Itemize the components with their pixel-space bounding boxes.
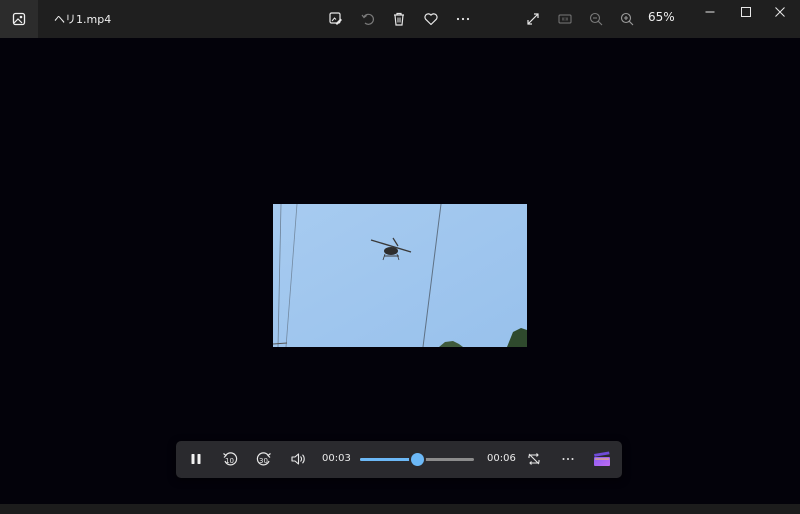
more-icon — [562, 458, 574, 460]
edit-image-icon — [329, 12, 342, 25]
skip-forward-button[interactable]: 30 — [252, 447, 276, 471]
close-button[interactable] — [760, 0, 800, 24]
more-options-button[interactable] — [451, 7, 475, 31]
minimize-icon — [705, 11, 715, 13]
skip-back-label: 10 — [225, 457, 234, 465]
minimize-button[interactable] — [690, 0, 730, 24]
seek-bar[interactable] — [360, 453, 474, 466]
maximize-icon — [741, 7, 751, 17]
seek-bar-thumb[interactable] — [411, 453, 424, 466]
actual-size-icon — [558, 14, 572, 24]
bottom-edge — [0, 504, 800, 514]
rotate-icon — [361, 13, 374, 25]
zoom-out-icon — [589, 12, 603, 26]
file-name: ヘリ1.mp4 — [54, 13, 112, 26]
volume-icon — [291, 453, 305, 465]
title-bar: ヘリ1.mp4 65% — [0, 0, 800, 38]
skip-back-button[interactable]: 10 — [218, 447, 242, 471]
zoom-out-button[interactable] — [584, 7, 608, 31]
favorite-button[interactable] — [419, 7, 443, 31]
fullscreen-button[interactable] — [521, 7, 545, 31]
more-icon — [456, 17, 470, 21]
delete-icon — [394, 12, 404, 26]
seek-bar-progress — [360, 458, 417, 461]
clipchamp-icon — [594, 451, 610, 466]
delete-button[interactable] — [387, 7, 411, 31]
pause-button[interactable] — [184, 447, 208, 471]
zoom-in-button[interactable] — [615, 7, 639, 31]
volume-button[interactable] — [286, 447, 310, 471]
app-icon-button[interactable] — [0, 0, 38, 38]
more-controls-button[interactable] — [556, 447, 580, 471]
zoom-in-icon — [620, 12, 634, 26]
repeat-button[interactable] — [522, 447, 546, 471]
zoom-level[interactable]: 65% — [648, 10, 675, 24]
rotate-button[interactable] — [356, 7, 380, 31]
total-time: 00:06 — [487, 453, 516, 464]
close-icon — [775, 7, 785, 17]
photos-app-icon — [12, 12, 26, 26]
fullscreen-icon — [527, 13, 539, 25]
skip-forward-label: 30 — [259, 457, 268, 465]
repeat-off-icon — [528, 453, 540, 465]
playback-controls: 10 30 00:03 00:06 — [176, 441, 622, 478]
video-frame[interactable] — [273, 204, 527, 347]
current-time: 00:03 — [322, 453, 351, 464]
video-content-helicopter-sky — [273, 204, 527, 347]
favorite-heart-icon — [424, 13, 438, 26]
actual-size-button[interactable] — [553, 7, 577, 31]
edit-image-button[interactable] — [324, 7, 348, 31]
clipchamp-button[interactable] — [590, 447, 614, 471]
pause-icon — [191, 454, 201, 464]
